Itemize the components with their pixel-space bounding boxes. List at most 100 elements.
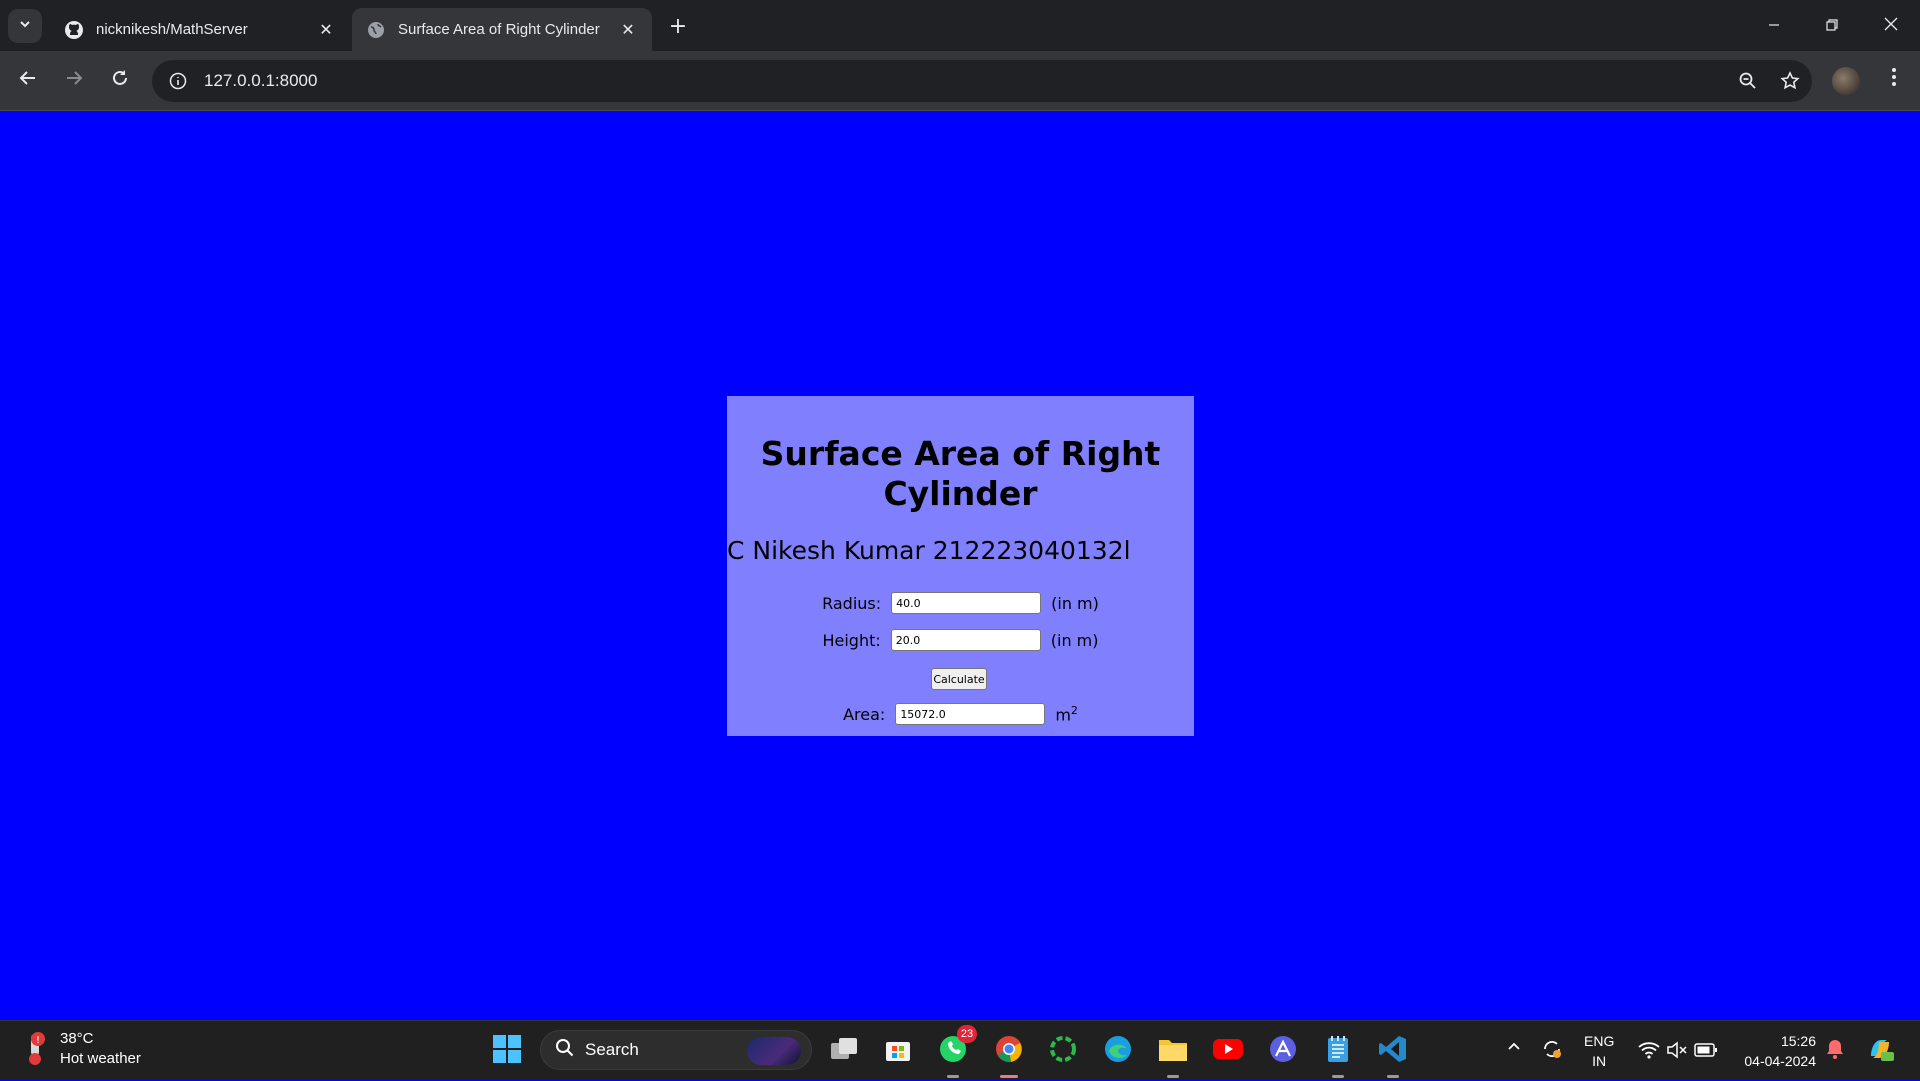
- notepad-app[interactable]: [1320, 1033, 1356, 1078]
- radius-row: Radius: (in m): [727, 592, 1194, 614]
- arc-icon: [1268, 1034, 1298, 1069]
- bookmark-star-icon[interactable]: [1778, 69, 1802, 93]
- running-indicator: [1387, 1075, 1399, 1078]
- store-app[interactable]: [880, 1033, 916, 1069]
- height-row: Height: (in m): [727, 629, 1194, 651]
- browser-toolbar: 127.0.0.1:8000: [0, 51, 1920, 111]
- running-indicator: [1000, 1075, 1018, 1078]
- area-unit-exponent: 2: [1070, 703, 1078, 717]
- height-unit: (in m): [1050, 630, 1099, 650]
- weather-desc: Hot weather: [60, 1050, 141, 1067]
- thermometer-icon: !: [22, 1031, 48, 1067]
- arrow-right-icon: [64, 68, 84, 94]
- height-input[interactable]: [890, 629, 1041, 651]
- tab-mathserver[interactable]: nicknikesh/MathServer ✕: [50, 8, 350, 51]
- language-region: IN: [1592, 1053, 1607, 1069]
- search-placeholder: Search: [585, 1040, 639, 1059]
- clock-date: 04-04-2024: [1744, 1053, 1816, 1069]
- arrow-left-icon: [18, 68, 38, 94]
- clock-time: 15:26: [1780, 1033, 1816, 1049]
- clock[interactable]: 15:26 04-04-2024: [1736, 1031, 1816, 1071]
- arc-app[interactable]: [1265, 1033, 1301, 1069]
- vscode-app[interactable]: [1375, 1033, 1411, 1078]
- author-line: C Nikesh Kumar 212223040132l: [727, 536, 1131, 565]
- browser-menu-button[interactable]: [1880, 62, 1908, 98]
- weather-temp: 38°C: [60, 1030, 94, 1047]
- sync-icon[interactable]: [1540, 1037, 1564, 1064]
- tab-surface-area[interactable]: Surface Area of Right Cylinder ✕: [352, 8, 652, 51]
- running-indicator: [1332, 1075, 1344, 1078]
- task-view-button[interactable]: [826, 1033, 862, 1069]
- folder-icon: [1158, 1036, 1188, 1067]
- close-tab-icon[interactable]: ✕: [618, 20, 638, 40]
- task-view-icon: [829, 1035, 859, 1068]
- browser-chrome: nicknikesh/MathServer ✕ Surface Area of …: [0, 0, 1920, 111]
- area-output[interactable]: [895, 703, 1046, 725]
- chevron-up-icon[interactable]: [1506, 1039, 1522, 1058]
- copilot-icon: [1865, 1034, 1895, 1069]
- loader-app[interactable]: [1045, 1033, 1081, 1069]
- address-bar[interactable]: 127.0.0.1:8000: [152, 60, 1812, 102]
- tab-search-button[interactable]: [8, 9, 42, 43]
- running-indicator: [1167, 1075, 1179, 1078]
- battery-icon: [1694, 1042, 1718, 1061]
- new-tab-button[interactable]: +: [664, 12, 692, 40]
- vscode-icon: [1378, 1034, 1408, 1069]
- bell-icon: [1825, 1038, 1845, 1065]
- radius-input[interactable]: [891, 592, 1042, 614]
- close-tab-icon[interactable]: ✕: [316, 20, 336, 40]
- edge-app[interactable]: [1100, 1033, 1136, 1069]
- kebab-menu-icon: [1891, 67, 1897, 93]
- volume-muted-icon: [1666, 1041, 1688, 1062]
- notifications-button[interactable]: [1817, 1033, 1853, 1069]
- zoom-icon[interactable]: [1736, 69, 1760, 93]
- youtube-app[interactable]: [1210, 1033, 1246, 1069]
- area-row: Area: m2: [727, 703, 1194, 725]
- taskbar-search[interactable]: Search: [540, 1030, 812, 1070]
- chrome-app[interactable]: [991, 1033, 1027, 1078]
- running-indicator: [947, 1075, 959, 1078]
- globe-icon: [366, 20, 386, 40]
- green-circle-icon: [1048, 1034, 1078, 1069]
- github-icon: [64, 20, 84, 40]
- page-title: Surface Area of Right Cylinder: [760, 434, 1161, 513]
- wifi-icon: [1638, 1041, 1660, 1062]
- whatsapp-app[interactable]: 23: [935, 1025, 977, 1078]
- store-icon: [884, 1035, 912, 1068]
- search-icon: [555, 1038, 575, 1063]
- forward-button[interactable]: [56, 63, 92, 99]
- tab-title: Surface Area of Right Cylinder: [398, 21, 600, 38]
- edge-icon: [1103, 1034, 1133, 1069]
- copilot-button[interactable]: [1862, 1033, 1898, 1069]
- svg-text:!: !: [36, 1035, 40, 1046]
- reload-icon: [110, 68, 130, 94]
- restore-button[interactable]: [1803, 0, 1861, 51]
- minimize-button[interactable]: [1745, 0, 1803, 51]
- area-unit-base: m: [1055, 705, 1071, 725]
- start-button[interactable]: [489, 1033, 525, 1069]
- close-icon: [1884, 16, 1898, 35]
- language-indicator[interactable]: ENG IN: [1584, 1031, 1614, 1071]
- file-explorer-app[interactable]: [1155, 1033, 1191, 1078]
- language-code: ENG: [1584, 1033, 1615, 1049]
- close-window-button[interactable]: [1862, 0, 1920, 51]
- calculate-button[interactable]: Calculate: [931, 668, 987, 690]
- calculator-card: Surface Area of Right Cylinder C Nikesh …: [727, 396, 1194, 736]
- area-unit: m2: [1055, 704, 1078, 724]
- reload-button[interactable]: [102, 63, 138, 99]
- area-label: Area:: [843, 704, 886, 724]
- restore-icon: [1826, 16, 1838, 35]
- profile-avatar[interactable]: [1832, 67, 1860, 95]
- info-icon[interactable]: [166, 69, 190, 93]
- back-button[interactable]: [10, 63, 46, 99]
- radius-unit: (in m): [1051, 593, 1099, 613]
- notepad-icon: [1325, 1034, 1351, 1069]
- plus-icon: +: [668, 13, 688, 39]
- youtube-icon: [1212, 1037, 1244, 1066]
- search-highlight-image: [747, 1037, 801, 1065]
- weather-widget[interactable]: ! 38°C Hot weather: [22, 1029, 141, 1069]
- height-label: Height:: [822, 630, 881, 650]
- minimize-icon: [1768, 16, 1780, 35]
- taskbar: ! 38°C Hot weather Search 23 ENG IN 15:2…: [0, 1020, 1920, 1080]
- tab-strip: nicknikesh/MathServer ✕ Surface Area of …: [0, 0, 1920, 51]
